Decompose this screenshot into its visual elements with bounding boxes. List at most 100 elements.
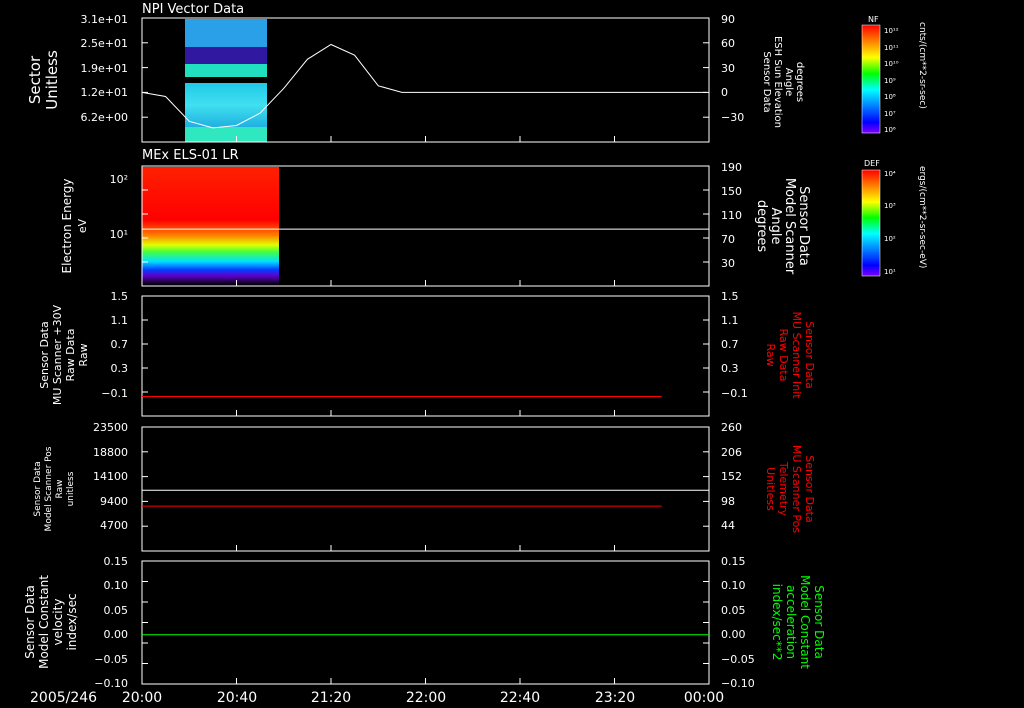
colorbar-nf-label: NF xyxy=(868,15,879,24)
time-axis-tick: 20:00 xyxy=(122,690,162,706)
time-axis-tick: 21:20 xyxy=(311,690,351,706)
colorbar-nf-tick: 10⁶ xyxy=(884,126,896,134)
mu30v-ylabel-right-3: Raw Data xyxy=(777,329,790,382)
colorbar-def-label: DEF xyxy=(864,159,880,168)
npi-ytick-right: 90 xyxy=(721,13,735,26)
mu30v-ytick-left: 0.3 xyxy=(111,362,129,375)
spectrogram-npi-band-4 xyxy=(185,83,267,127)
colorbar-def-tick: 10⁴ xyxy=(884,170,896,178)
npi-ylabel-right-3: Angle xyxy=(783,68,794,96)
scanpos-ytick-right: 206 xyxy=(721,446,742,459)
const-ytick-right: −0.10 xyxy=(721,677,755,690)
npi-ytick-right: 30 xyxy=(721,62,735,75)
colorbar-nf-units: cnts/(cm**2-sr-sec) xyxy=(917,22,927,109)
mu30v-ytick-left: 0.7 xyxy=(111,338,129,351)
panel-npi-left-ticks: 3.1e+01 2.5e+01 1.9e+01 1.2e+01 6.2e+00 xyxy=(81,13,128,124)
time-axis-tick: 22:00 xyxy=(406,690,446,706)
time-axis-tick: 00:00 xyxy=(684,690,724,706)
els-ytick-right: 190 xyxy=(721,161,742,174)
npi-ylabel-right-4: degrees xyxy=(794,62,805,102)
time-axis: 2005/246 20:00 20:40 21:20 22:00 22:40 2… xyxy=(30,690,724,706)
mu30v-ytick-right: −0.1 xyxy=(721,387,748,400)
mu30v-ytick-right: 1.5 xyxy=(721,290,739,303)
const-ytick-left: 0.05 xyxy=(104,604,129,617)
const-ytick-right: 0.05 xyxy=(721,604,746,617)
els-ylabel-right-4: degrees xyxy=(754,200,769,253)
mu30v-ylabel-right-2: MU Scanner Init xyxy=(790,311,803,399)
const-ytick-left: 0.00 xyxy=(104,628,129,641)
scanpos-ytick-right: 98 xyxy=(721,495,735,508)
els-ytick-right: 70 xyxy=(721,233,735,246)
spectrogram-els xyxy=(142,167,279,285)
scanpos-ylabel-left-4: unitless xyxy=(66,471,76,506)
npi-ytick-left: 1.9e+01 xyxy=(81,62,128,75)
panel-els: MEx ELS-01 LR 10² 10¹ 190 150 110 70 30 … xyxy=(60,148,811,287)
scanpos-ylabel-left-2: Model Scanner Pos xyxy=(44,446,54,531)
const-ylabel-right-1: Sensor Data xyxy=(812,585,826,659)
npi-ytick-right: 0 xyxy=(721,86,728,99)
const-ylabel-left-4: index/sec xyxy=(65,593,79,650)
npi-ytick-right: −30 xyxy=(721,111,744,124)
colorbar-def-tick: 10¹ xyxy=(884,268,896,276)
colorbar-nf-gradient xyxy=(861,24,881,134)
scanpos-ytick-left: 9400 xyxy=(100,495,128,508)
time-axis-tick: 20:40 xyxy=(217,690,257,706)
panel-els-title: MEx ELS-01 LR xyxy=(142,148,239,163)
colorbar-nf-tick: 10¹¹ xyxy=(884,44,899,52)
colorbar-def-tick: 10² xyxy=(884,235,896,243)
const-ytick-left: 0.10 xyxy=(104,579,129,592)
mu30v-ytick-left: 1.5 xyxy=(111,290,129,303)
els-ytick-right: 30 xyxy=(721,257,735,270)
panel-mu-30v: 1.5 1.1 0.7 0.3 −0.1 1.5 1.1 0.7 0.3 −0.… xyxy=(38,290,816,417)
chart-canvas: NPI Vector Data 3.1e+01 2.5e+01 1.9e+01 … xyxy=(23,2,927,706)
mu30v-ylabel-left-1: Sensor Data xyxy=(38,321,51,388)
els-ylabel-right-3: Angle xyxy=(768,208,783,245)
spectrogram-npi-band-2 xyxy=(185,47,267,64)
els-ylabel-right-2: Model Scanner xyxy=(782,178,797,275)
colorbar-def: DEF 10⁴ 10³ 10² 10¹ ergs/(cm**2-sr-sec-e… xyxy=(861,159,927,277)
scanpos-ytick-left: 14100 xyxy=(93,470,128,483)
els-ylabel-right-1: Sensor Data xyxy=(796,186,811,266)
colorbar-def-gradient xyxy=(861,169,881,277)
colorbar-def-units: ergs/(cm**2-sr-sec-eV) xyxy=(917,166,927,268)
npi-ytick-left: 1.2e+01 xyxy=(81,86,128,99)
const-ytick-right: 0.15 xyxy=(721,555,746,568)
scanpos-ytick-left: 18800 xyxy=(93,446,128,459)
scanpos-ytick-right: 152 xyxy=(721,470,742,483)
scanpos-ylabel-right-1: Sensor Data xyxy=(803,455,816,522)
colorbar-nf-tick: 10⁹ xyxy=(884,77,896,85)
npi-ylabel-left-1: Sector xyxy=(26,55,44,104)
const-ylabel-left-2: Model Constant xyxy=(37,575,51,669)
panel-mu-30v-frame xyxy=(141,295,710,417)
colorbar-def-tick: 10³ xyxy=(884,202,896,210)
scanpos-ytick-right: 260 xyxy=(721,421,742,434)
const-ylabel-right-2: Model Constant xyxy=(798,575,812,669)
panel-constant-frame xyxy=(141,560,710,685)
mu30v-ytick-left: 1.1 xyxy=(111,314,129,327)
const-ytick-left: −0.10 xyxy=(94,677,128,690)
mu30v-ylabel-left-4: Raw xyxy=(77,343,90,366)
time-axis-tick: 23:20 xyxy=(595,690,635,706)
spectrogram-npi-band-1 xyxy=(185,19,267,47)
colorbar-nf-tick: 10¹⁰ xyxy=(884,60,899,68)
spectrogram-npi-band-3 xyxy=(185,64,267,77)
const-ytick-left: −0.05 xyxy=(94,653,128,666)
const-ytick-right: −0.05 xyxy=(721,653,755,666)
panel-scanner-pos-frame xyxy=(141,426,710,552)
mu30v-ytick-left: −0.1 xyxy=(101,387,128,400)
panel-scanner-pos: 23500 18800 14100 9400 4700 260 206 152 … xyxy=(33,421,816,552)
panel-npi-title: NPI Vector Data xyxy=(142,2,244,17)
scanpos-ytick-left: 4700 xyxy=(100,519,128,532)
els-ylabel-left-2: eV xyxy=(76,218,89,233)
npi-ylabel-left-2: Unitless xyxy=(43,50,61,110)
spectrogram-npi-band-5 xyxy=(185,127,267,142)
scanpos-ytick-left: 23500 xyxy=(93,421,128,434)
const-ylabel-left-1: Sensor Data xyxy=(23,585,37,659)
els-ytick-right: 150 xyxy=(721,185,742,198)
const-ylabel-right-4: index/sec**2 xyxy=(770,584,784,661)
scanpos-ylabel-right-2: MU Scanner Pos xyxy=(790,445,803,534)
npi-ytick-right: 60 xyxy=(721,37,735,50)
scanpos-ylabel-right-4: Unitless xyxy=(764,467,777,511)
time-axis-date: 2005/246 xyxy=(30,690,97,706)
npi-ytick-left: 3.1e+01 xyxy=(81,13,128,26)
